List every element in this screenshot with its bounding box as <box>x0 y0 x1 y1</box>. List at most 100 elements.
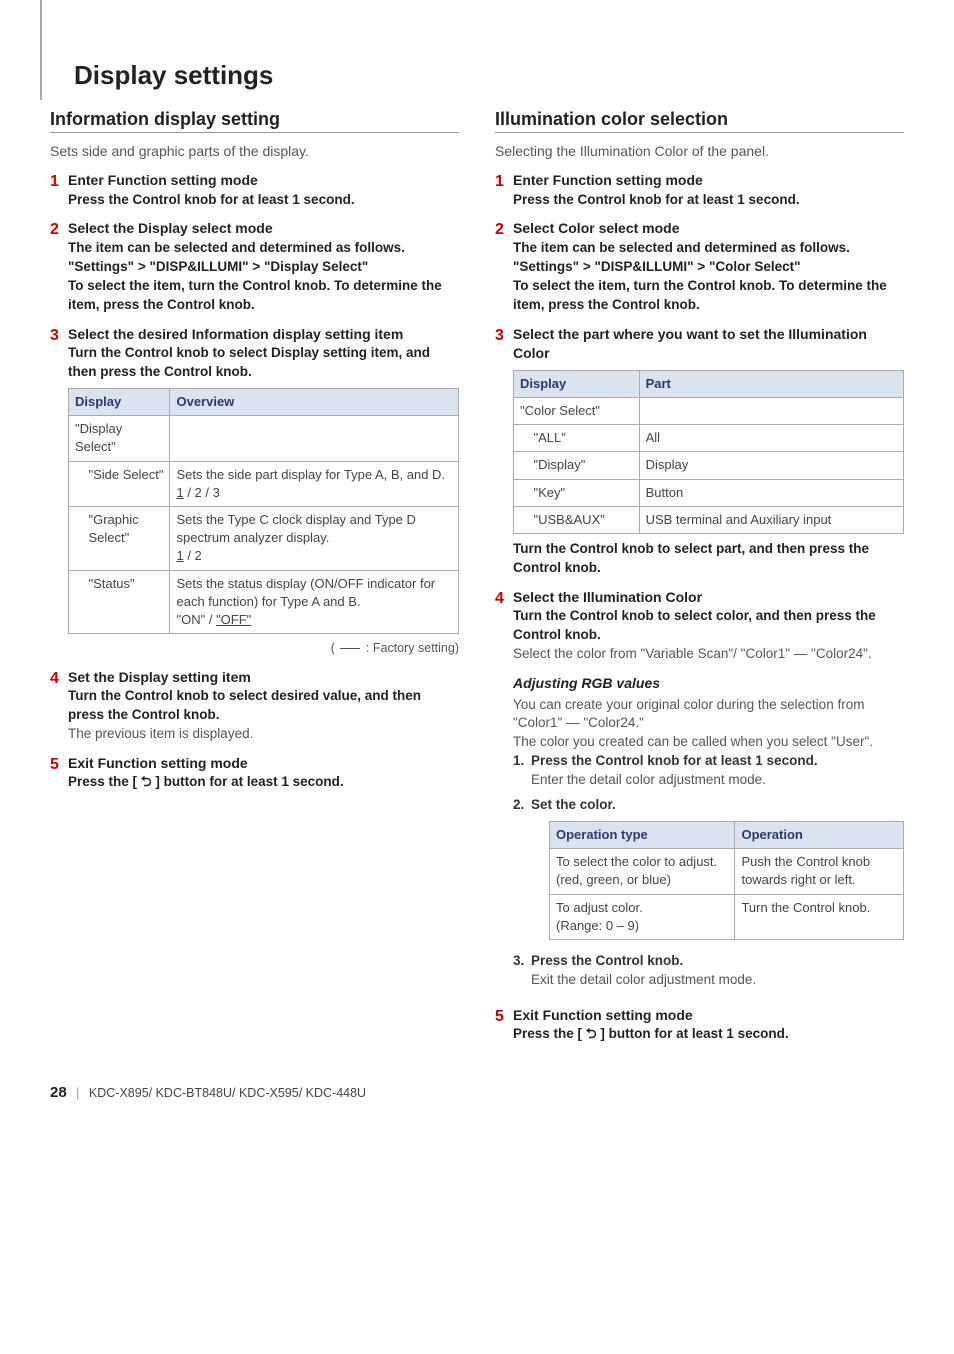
table-cell: "Key" <box>528 479 640 506</box>
table-header-row: Operation type Operation <box>550 821 904 848</box>
indent-cell <box>514 506 528 533</box>
left-step-1: 1 Enter Function setting mode Press the … <box>50 171 459 209</box>
step-sub: Turn the Control knob to select desired … <box>68 687 459 725</box>
page-number: 28 <box>50 1084 67 1101</box>
cell-values: / 2 / 3 <box>184 485 220 500</box>
numlist-item: 2. Set the color. Operation type Operati… <box>513 796 904 946</box>
step-number: 2 <box>495 219 513 314</box>
step-sub: Press the Control knob for at least 1 se… <box>68 191 459 210</box>
crumb-part: "Settings" <box>513 259 579 274</box>
left-column: Information display setting Sets side an… <box>50 109 459 1054</box>
indent-cell <box>69 570 83 634</box>
table-header: Part <box>639 370 903 397</box>
cell-text: Sets the side part display for Type A, B… <box>176 467 445 482</box>
chevron-right-icon: > <box>252 259 260 274</box>
crumb-part: "Settings" <box>68 259 134 274</box>
step-sub: The item can be selected and determined … <box>513 239 904 258</box>
table-header-row: Display Overview <box>69 389 459 416</box>
table-header: Operation type <box>550 821 735 848</box>
numlist-item: 1. Press the Control knob for at least 1… <box>513 752 904 790</box>
display-select-table: Display Overview "Display Select" "Side … <box>68 388 459 634</box>
underline-icon <box>340 648 360 649</box>
right-step-2: 2 Select Color select mode The item can … <box>495 219 904 314</box>
right-intro: Selecting the Illumination Color of the … <box>495 143 904 159</box>
step-sub: Turn the Control knob to select part, an… <box>513 540 904 578</box>
step-sub: Turn the Control knob to select color, a… <box>513 607 904 645</box>
table-cell: Sets the side part display for Type A, B… <box>170 461 459 506</box>
table-row: "ALL" All <box>514 425 904 452</box>
step-sub: The item can be selected and determined … <box>68 239 459 258</box>
table-cell: To select the color to adjust. (red, gre… <box>550 849 735 894</box>
step-sub: To select the item, turn the Control kno… <box>513 277 904 315</box>
sub-suffix: ] button for at least 1 second. <box>152 774 344 789</box>
left-intro: Sets side and graphic parts of the displ… <box>50 143 459 159</box>
table-header: Display <box>514 370 640 397</box>
chevron-right-icon: > <box>697 259 705 274</box>
table-cell: All <box>639 425 903 452</box>
indent-cell <box>69 506 83 570</box>
indent-cell <box>514 479 528 506</box>
step-body: Select the Illumination Color Turn the C… <box>513 588 904 996</box>
table-cell: "Color Select" <box>514 398 640 425</box>
step-number: 3 <box>495 325 513 578</box>
crumb-part: "DISP&ILLUMI" <box>149 259 248 274</box>
step-title: Select the part where you want to set th… <box>513 325 904 364</box>
step-number: 1 <box>495 171 513 209</box>
step-title: Enter Function setting mode <box>68 171 459 191</box>
right-step-1: 1 Enter Function setting mode Press the … <box>495 171 904 209</box>
default-value: "OFF" <box>216 612 251 627</box>
default-value: 1 <box>176 548 183 563</box>
step-title: Exit Function setting mode <box>68 754 459 774</box>
sub-suffix: ] button for at least 1 second. <box>597 1026 789 1041</box>
rgb-numlist: 1. Press the Control knob for at least 1… <box>513 752 904 989</box>
table-cell: Turn the Control knob. <box>735 894 904 939</box>
table-cell <box>639 398 903 425</box>
step-text: The previous item is displayed. <box>68 725 459 744</box>
step-number: 5 <box>495 1006 513 1044</box>
step-body: Set the Display setting item Turn the Co… <box>68 668 459 744</box>
cell-text: Sets the Type C clock display and Type D… <box>176 512 415 545</box>
step-number: 4 <box>50 668 68 744</box>
left-step-3: 3 Select the desired Information display… <box>50 325 459 658</box>
table-cell <box>170 416 459 461</box>
step-title: Enter Function setting mode <box>513 171 904 191</box>
table-row: "Color Select" <box>514 398 904 425</box>
table-row: "USB&AUX" USB terminal and Auxiliary inp… <box>514 506 904 533</box>
table-row: "Status" Sets the status display (ON/OFF… <box>69 570 459 634</box>
cell-text: Sets the status display (ON/OFF indicato… <box>176 576 435 609</box>
table-cell: Display <box>639 452 903 479</box>
footer-models: KDC-X895/ KDC-BT848U/ KDC-X595/ KDC-448U <box>89 1086 366 1100</box>
step-body: Select Color select mode The item can be… <box>513 219 904 314</box>
step-body: Exit Function setting mode Press the [ ⮌… <box>68 754 459 792</box>
side-rule <box>40 0 42 100</box>
columns: Information display setting Sets side an… <box>50 109 904 1054</box>
right-step-4: 4 Select the Illumination Color Turn the… <box>495 588 904 996</box>
indent-cell <box>69 461 83 506</box>
table-cell: "Status" <box>83 570 170 634</box>
table-header: Display <box>69 389 170 416</box>
rgb-text: The color you created can be called when… <box>513 733 904 752</box>
step-title: Select the Display select mode <box>68 219 459 239</box>
table-row: To select the color to adjust. (red, gre… <box>550 849 904 894</box>
step-title: Set the Display setting item <box>68 668 459 688</box>
step-title: Select the desired Information display s… <box>68 325 459 345</box>
right-heading: Illumination color selection <box>495 109 904 133</box>
table-cell: "ALL" <box>528 425 640 452</box>
table-header-row: Display Part <box>514 370 904 397</box>
table-cell: "Side Select" <box>83 461 170 506</box>
rgb-subheading: Adjusting RGB values <box>513 674 904 694</box>
step-body: Select the part where you want to set th… <box>513 325 904 578</box>
step-body: Select the desired Information display s… <box>68 325 459 658</box>
numlist-item: 3. Press the Control knob. Exit the deta… <box>513 952 904 990</box>
table-cell: Sets the status display (ON/OFF indicato… <box>170 570 459 634</box>
numlist-title: Press the Control knob. <box>531 953 683 968</box>
default-value: 1 <box>176 485 183 500</box>
step-number: 3 <box>50 325 68 658</box>
factory-note-text: : Factory setting) <box>362 641 459 655</box>
chevron-right-icon: > <box>138 259 146 274</box>
rgb-operation-table: Operation type Operation To select the c… <box>549 821 904 940</box>
table-row: "Graphic Select" Sets the Type C clock d… <box>69 506 459 570</box>
cell-values: "ON" / <box>176 612 216 627</box>
step-number: 1 <box>50 171 68 209</box>
step-title: Exit Function setting mode <box>513 1006 904 1026</box>
